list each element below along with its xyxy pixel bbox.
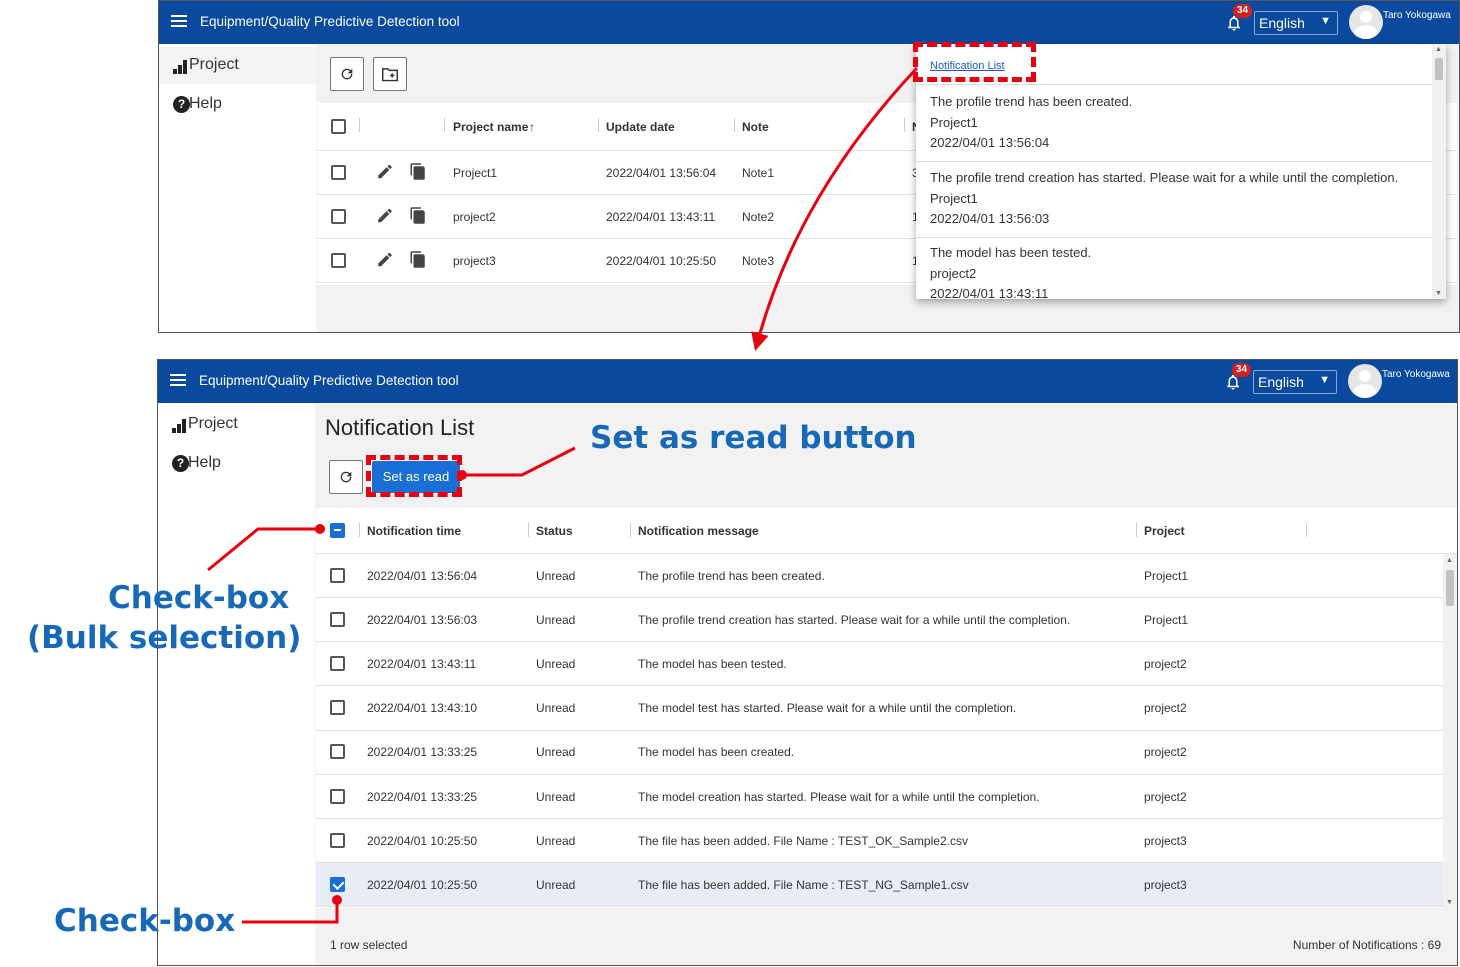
arrow-to-notification-screen [751, 66, 919, 351]
callout-dot [315, 524, 325, 534]
row-checkbox-callout: Check-box [54, 903, 236, 939]
bulk-checkbox-callout-title: Check-box [108, 580, 290, 616]
callout-dot [457, 470, 467, 480]
callout-line-bulk-checkbox [207, 527, 320, 572]
set-as-read-callout: Set as read button [590, 420, 917, 456]
annotation-arrows [207, 66, 919, 924]
bulk-checkbox-callout-subtitle: (Bulk selection) [27, 620, 302, 656]
callout-dot [332, 895, 342, 905]
callout-line-row-checkbox [242, 900, 339, 924]
callout-line-set-as-read [463, 446, 576, 477]
